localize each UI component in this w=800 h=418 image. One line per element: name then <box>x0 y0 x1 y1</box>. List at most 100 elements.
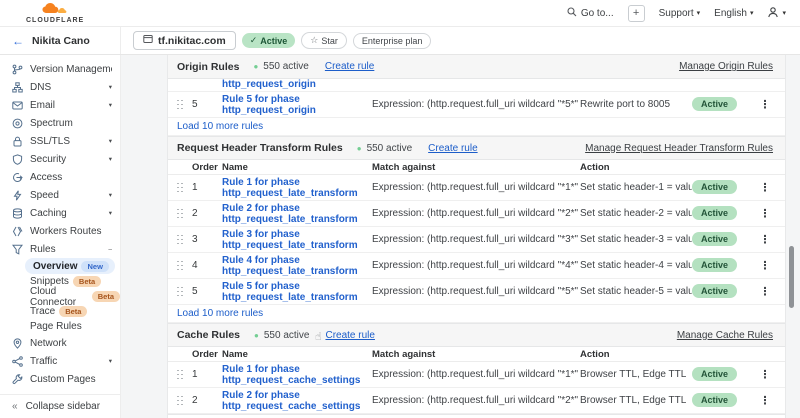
kebab-menu-icon[interactable]: ⋮ <box>750 259 780 272</box>
rule-name-link[interactable]: Rule 2 for phase http_request_cache_sett… <box>222 390 372 412</box>
sidebar-item-label: Overview <box>33 261 77 272</box>
collapse-section-icon: – <box>108 246 112 253</box>
sidebar-item-label: Security <box>30 154 102 165</box>
sidebar-item-cloud-connector[interactable]: Cloud Connector Beta <box>0 289 120 304</box>
create-rule-link[interactable]: Create rule <box>325 61 374 72</box>
sidebar-item-workers-routes[interactable]: Workers Routes <box>0 222 120 240</box>
domain-status-label: Active <box>260 36 287 46</box>
rule-name-link[interactable]: Rule 1 for phase http_request_cache_sett… <box>222 364 372 386</box>
goto-search[interactable]: Go to... <box>567 7 614 20</box>
goto-label: Go to... <box>581 8 614 19</box>
drag-handle-icon[interactable] <box>168 235 192 245</box>
kebab-menu-icon[interactable]: ⋮ <box>750 181 780 194</box>
sidebar-item-network[interactable]: Network <box>0 334 120 352</box>
chevron-down-icon: ▾ <box>109 191 112 199</box>
table-row: 1 Rule 1 for phase http_request_late_tra… <box>168 175 785 201</box>
drag-handle-icon[interactable] <box>168 183 192 193</box>
rule-order: 1 <box>192 182 222 193</box>
rule-action: Set static header-3 = value-3 <box>580 234 692 245</box>
cloudflare-logo[interactable]: CLOUDFLARE <box>26 2 84 24</box>
active-count: 550 active <box>264 330 310 341</box>
sidebar-item-access[interactable]: Access <box>0 168 120 186</box>
collapse-sidebar-button[interactable]: « Collapse sidebar <box>0 394 120 418</box>
active-dot-icon: ● <box>357 144 362 153</box>
create-rule-link[interactable]: Create rule <box>428 143 477 154</box>
kebab-menu-icon[interactable]: ⋮ <box>750 368 780 381</box>
sidebar-item-email[interactable]: Email ▾ <box>0 96 120 114</box>
sidebar-item-trace[interactable]: Trace Beta <box>0 304 120 319</box>
drag-handle-icon[interactable] <box>168 261 192 271</box>
table-row: 5 Rule 5 for phase http_request_origin E… <box>168 92 785 118</box>
kebab-menu-icon[interactable]: ⋮ <box>750 207 780 220</box>
create-rule-link[interactable]: Create rule <box>325 330 374 341</box>
rule-name-link[interactable]: http_request_origin <box>222 79 372 90</box>
star-icon: ☆ <box>310 35 318 46</box>
active-count: 550 active <box>263 61 309 72</box>
chevron-down-icon: ▾ <box>750 9 754 17</box>
double-chevron-left-icon: « <box>12 401 18 412</box>
rule-match: Expression: (http.request.full_uri wildc… <box>372 369 580 380</box>
account-menu[interactable]: ▾ <box>767 6 786 21</box>
section-request-header-transform-rules: Request Header Transform Rules ● 550 act… <box>168 136 785 323</box>
kebab-menu-icon[interactable]: ⋮ <box>750 98 780 111</box>
rule-name-link[interactable]: Rule 1 for phase http_request_late_trans… <box>222 177 372 199</box>
drag-handle-icon[interactable] <box>168 370 192 380</box>
load-more-rules-link[interactable]: Load 10 more rules <box>168 305 785 323</box>
support-menu[interactable]: Support ▾ <box>659 8 701 19</box>
column-name: Name <box>222 349 372 360</box>
manage-rht-rules-link[interactable]: Manage Request Header Transform Rules <box>585 143 773 154</box>
chevron-down-icon: ▾ <box>697 9 701 17</box>
rule-match: Expression: (http.request.full_uri wildc… <box>372 182 580 193</box>
domain-selector[interactable]: tf.nikitac.com <box>133 31 236 50</box>
sidebar-item-spectrum[interactable]: Spectrum <box>0 114 120 132</box>
sidebar-item-label: Access <box>30 172 112 183</box>
rule-name-link[interactable]: Rule 2 for phase http_request_late_trans… <box>222 203 372 225</box>
load-more-rules-link[interactable]: Load 10 more rules <box>168 118 785 136</box>
drag-handle-icon[interactable] <box>168 100 192 110</box>
rule-name-link[interactable]: Rule 5 for phase http_request_origin <box>222 94 372 116</box>
manage-origin-rules-link[interactable]: Manage Origin Rules <box>679 61 773 72</box>
sidebar-item-rules[interactable]: Rules – <box>0 240 120 258</box>
scrollbar-thumb[interactable] <box>789 246 794 308</box>
sidebar-item-traffic[interactable]: Traffic ▾ <box>0 352 120 370</box>
drag-handle-icon[interactable] <box>168 287 192 297</box>
star-button[interactable]: ☆ Star <box>301 32 347 49</box>
account-switcher[interactable]: ← Nikita Cano <box>0 27 121 54</box>
sidebar-item-page-rules[interactable]: Page Rules <box>0 319 120 334</box>
kebab-menu-icon[interactable]: ⋮ <box>750 394 780 407</box>
sidebar-item-version-management[interactable]: Version Management <box>0 60 120 78</box>
top-header: CLOUDFLARE Go to... + Support ▾ English … <box>0 0 800 27</box>
drag-handle-icon[interactable] <box>168 209 192 219</box>
rule-name-link[interactable]: Rule 4 for phase http_request_late_trans… <box>222 255 372 277</box>
section-origin-rules: Origin Rules ● 550 active Create rule Ma… <box>168 55 785 136</box>
sidebar-item-overview[interactable]: Overview New <box>25 258 115 274</box>
status-badge: Active <box>692 232 737 246</box>
rule-name-link[interactable]: Rule 3 for phase http_request_late_trans… <box>222 229 372 251</box>
drag-handle-icon[interactable] <box>168 396 192 406</box>
kebab-menu-icon[interactable]: ⋮ <box>750 285 780 298</box>
rule-order: 5 <box>192 99 222 110</box>
sidebar-item-custom-pages[interactable]: Custom Pages <box>0 370 120 388</box>
rule-name-link[interactable]: Rule 5 for phase http_request_late_trans… <box>222 281 372 303</box>
sidebar-item-security[interactable]: Security ▾ <box>0 150 120 168</box>
language-menu[interactable]: English ▾ <box>714 8 753 19</box>
rule-match: Expression: (http.request.full_uri wildc… <box>372 208 580 219</box>
manage-cache-rules-link[interactable]: Manage Cache Rules <box>677 330 773 341</box>
status-badge: Active <box>692 393 737 407</box>
back-arrow-icon[interactable]: ← <box>12 34 24 48</box>
add-button[interactable]: + <box>628 5 645 22</box>
sidebar-item-caching[interactable]: Caching ▾ <box>0 204 120 222</box>
sidebar-item-dns[interactable]: DNS ▾ <box>0 78 120 96</box>
sidebar-item-label: DNS <box>30 82 102 93</box>
sidebar-item-ssl-tls[interactable]: SSL/TLS ▾ <box>0 132 120 150</box>
cache-rules-header: Cache Rules ● 550 active Create rule Man… <box>168 323 785 347</box>
main-content: Origin Rules ● 550 active Create rule Ma… <box>121 55 800 418</box>
sidebar-item-label: Workers Routes <box>30 226 112 237</box>
pin-icon <box>11 337 23 349</box>
status-badge: Active <box>692 206 737 220</box>
sidebar-item-speed[interactable]: Speed ▾ <box>0 186 120 204</box>
column-action: Action <box>580 349 692 360</box>
rule-match: Expression: (http.request.full_uri wildc… <box>372 286 580 297</box>
kebab-menu-icon[interactable]: ⋮ <box>750 233 780 246</box>
account-name: Nikita Cano <box>32 35 90 47</box>
